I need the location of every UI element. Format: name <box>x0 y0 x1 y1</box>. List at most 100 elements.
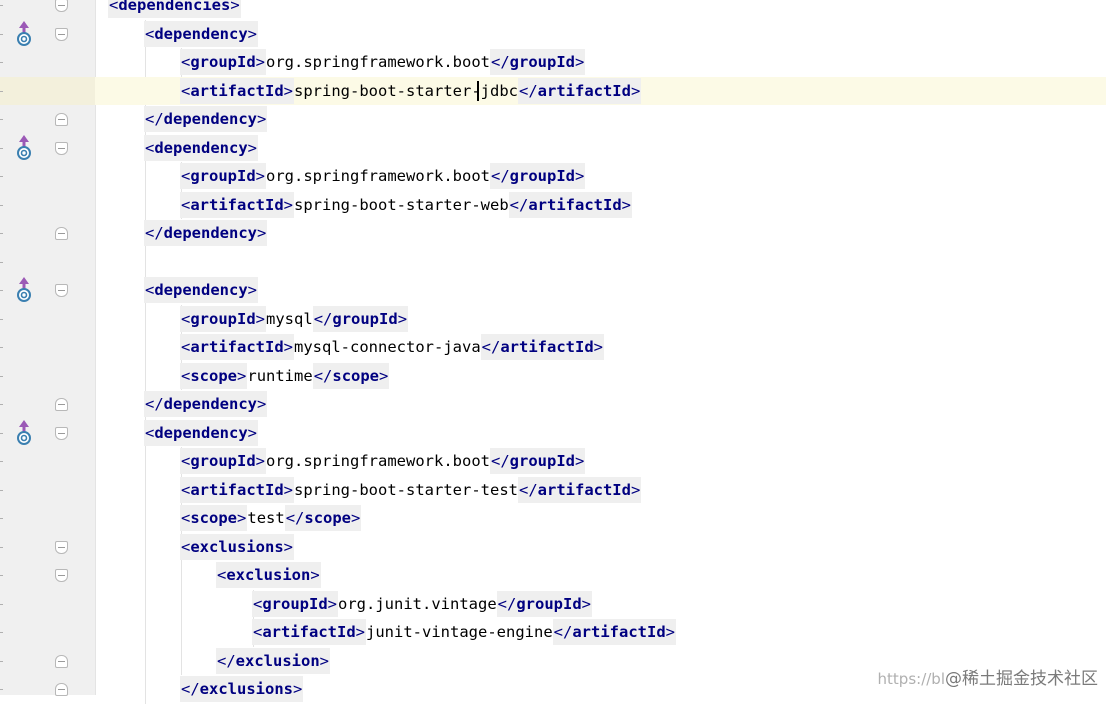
angle-bracket: > <box>621 195 631 214</box>
tag-name: dependency <box>163 395 257 414</box>
gutter-tick <box>0 632 3 633</box>
maven-dependency-icon[interactable] <box>15 134 33 160</box>
code-content[interactable]: <dependencies> <box>108 0 241 20</box>
code-content[interactable]: </dependency> <box>144 390 268 419</box>
angle-bracket: < <box>145 138 155 157</box>
code-line[interactable]: <dependency> <box>0 419 1106 448</box>
code-line[interactable]: <dependency> <box>0 276 1106 305</box>
xml-tag: </scope> <box>312 362 390 389</box>
maven-dependency-icon[interactable] <box>15 419 33 445</box>
element-value[interactable]: org.springframework.boot <box>266 48 490 77</box>
code-editor[interactable]: <dependencies> <dependency> <groupId> org.s… <box>0 0 1106 704</box>
fold-open-icon[interactable] <box>55 0 68 12</box>
fold-close-icon[interactable] <box>55 227 68 240</box>
code-content[interactable]: </exclusions> <box>180 675 304 704</box>
angle-bracket: > <box>257 224 267 243</box>
gutter-tick <box>0 290 3 291</box>
code-content[interactable]: <dependency> <box>144 276 259 305</box>
xml-tag: <groupId> <box>252 590 339 617</box>
fold-close-icon[interactable] <box>55 398 68 411</box>
code-line[interactable]: <scope> test </scope> <box>0 504 1106 533</box>
code-line[interactable]: <artifactId> mysql-connector-java </artifa… <box>0 333 1106 362</box>
code-line[interactable]: <groupId> org.junit.vintage </groupId> <box>0 590 1106 619</box>
code-line[interactable]: <dependencies> <box>0 0 1106 20</box>
fold-open-icon[interactable] <box>55 569 68 582</box>
code-content[interactable]: <scope> test </scope> <box>180 504 362 533</box>
code-line[interactable]: <scope> runtime </scope> <box>0 362 1106 391</box>
code-content[interactable]: <artifactId> junit-vintage-engine </artifa… <box>252 618 676 647</box>
tag-name: artifactId <box>190 338 284 357</box>
tag-name: artifactId <box>572 623 666 642</box>
code-line[interactable]: </dependency> <box>0 219 1106 248</box>
code-content[interactable]: <exclusion> <box>216 561 321 590</box>
element-value[interactable]: mysql <box>266 305 313 334</box>
code-line[interactable]: <artifactId> junit-vintage-engine </artifa… <box>0 618 1106 647</box>
code-content[interactable]: <groupId> mysql </groupId> <box>180 305 409 334</box>
tag-name: artifactId <box>528 195 622 214</box>
code-content[interactable]: <dependency> <box>144 20 259 49</box>
code-line[interactable]: <dependency> <box>0 134 1106 163</box>
element-value[interactable]: spring-boot-starter-web <box>294 191 509 220</box>
code-content[interactable]: <artifactId> spring-boot-starter-test </ar… <box>180 476 642 505</box>
angle-bracket: </ <box>145 395 164 414</box>
angle-bracket: > <box>581 594 591 613</box>
code-content[interactable]: <scope> runtime </scope> <box>180 362 390 391</box>
code-line[interactable]: </dependency> <box>0 390 1106 419</box>
maven-dependency-icon[interactable] <box>15 276 33 302</box>
element-value[interactable]: spring-boot-starter-test <box>294 476 518 505</box>
angle-bracket: > <box>283 338 294 357</box>
code-line[interactable]: <exclusion> <box>0 561 1106 590</box>
fold-open-icon[interactable] <box>55 540 68 554</box>
code-content[interactable]: <groupId> org.springframework.boot </group… <box>180 447 586 476</box>
code-line[interactable] <box>0 248 1106 277</box>
element-value[interactable]: org.junit.vintage <box>338 590 497 619</box>
code-content[interactable]: <groupId> org.springframework.boot </group… <box>180 162 586 191</box>
maven-dependency-icon[interactable] <box>15 20 33 46</box>
code-content[interactable]: <groupId> org.springframework.boot </group… <box>180 48 586 77</box>
code-line[interactable]: <dependency> <box>0 20 1106 49</box>
element-value[interactable]: org.springframework.boot <box>266 162 490 191</box>
angle-bracket: < <box>181 366 191 385</box>
code-content[interactable]: <groupId> org.junit.vintage </groupId> <box>252 590 592 619</box>
angle-bracket: </ <box>285 509 305 528</box>
code-content[interactable]: <dependency> <box>144 419 259 448</box>
fold-close-icon[interactable] <box>55 113 68 126</box>
code-line[interactable]: <artifactId> spring-boot-starter-web </art… <box>0 191 1106 220</box>
code-line[interactable]: <exclusions> <box>0 533 1106 562</box>
tag-name: exclusion <box>235 651 320 670</box>
fold-close-icon[interactable] <box>55 654 68 668</box>
fold-open-icon[interactable] <box>55 27 68 41</box>
code-content[interactable]: <artifactId> mysql-connector-java </artifa… <box>180 333 604 362</box>
element-value[interactable]: spring-boot-starter-jdbc <box>294 77 518 106</box>
tag-name: artifactId <box>190 480 284 499</box>
code-line[interactable]: <artifactId> spring-boot-starter-test </ar… <box>0 476 1106 505</box>
code-content[interactable]: </dependency> <box>144 219 268 248</box>
element-value[interactable]: test <box>247 504 284 533</box>
code-line[interactable]: <groupId> org.springframework.boot </group… <box>0 447 1106 476</box>
element-value[interactable]: mysql-connector-java <box>294 333 481 362</box>
tag-name: groupId <box>516 594 582 613</box>
fold-open-icon[interactable] <box>55 284 68 297</box>
angle-bracket: > <box>257 110 267 129</box>
fold-open-icon[interactable] <box>55 141 68 155</box>
element-value[interactable]: runtime <box>247 362 312 391</box>
tag-name: groupId <box>190 309 256 328</box>
code-line[interactable]: <groupId> mysql </groupId> <box>0 305 1106 334</box>
fold-close-icon[interactable] <box>55 683 68 696</box>
element-value[interactable]: junit-vintage-engine <box>366 618 553 647</box>
code-line[interactable]: <groupId> org.springframework.boot </group… <box>0 162 1106 191</box>
code-content[interactable]: <dependency> <box>144 134 259 163</box>
code-content[interactable]: <artifactId> spring-boot-starter-web </art… <box>180 191 632 220</box>
code-content[interactable]: </dependency> <box>144 105 268 134</box>
code-content[interactable]: <artifactId> spring-boot-starter-jdbc </ar… <box>180 77 642 106</box>
code-line[interactable]: <groupId> org.springframework.boot </group… <box>0 48 1106 77</box>
code-line[interactable]: <artifactId> spring-boot-starter-jdbc </ar… <box>0 76 1106 106</box>
fold-open-icon[interactable] <box>55 426 68 440</box>
code-content[interactable]: </exclusion> <box>216 647 331 676</box>
angle-bracket: > <box>257 395 267 414</box>
code-line[interactable]: </dependency> <box>0 105 1106 134</box>
text-caret <box>477 80 479 101</box>
code-content[interactable]: <exclusions> <box>180 533 295 562</box>
angle-bracket: > <box>630 480 641 499</box>
element-value[interactable]: org.springframework.boot <box>266 447 490 476</box>
